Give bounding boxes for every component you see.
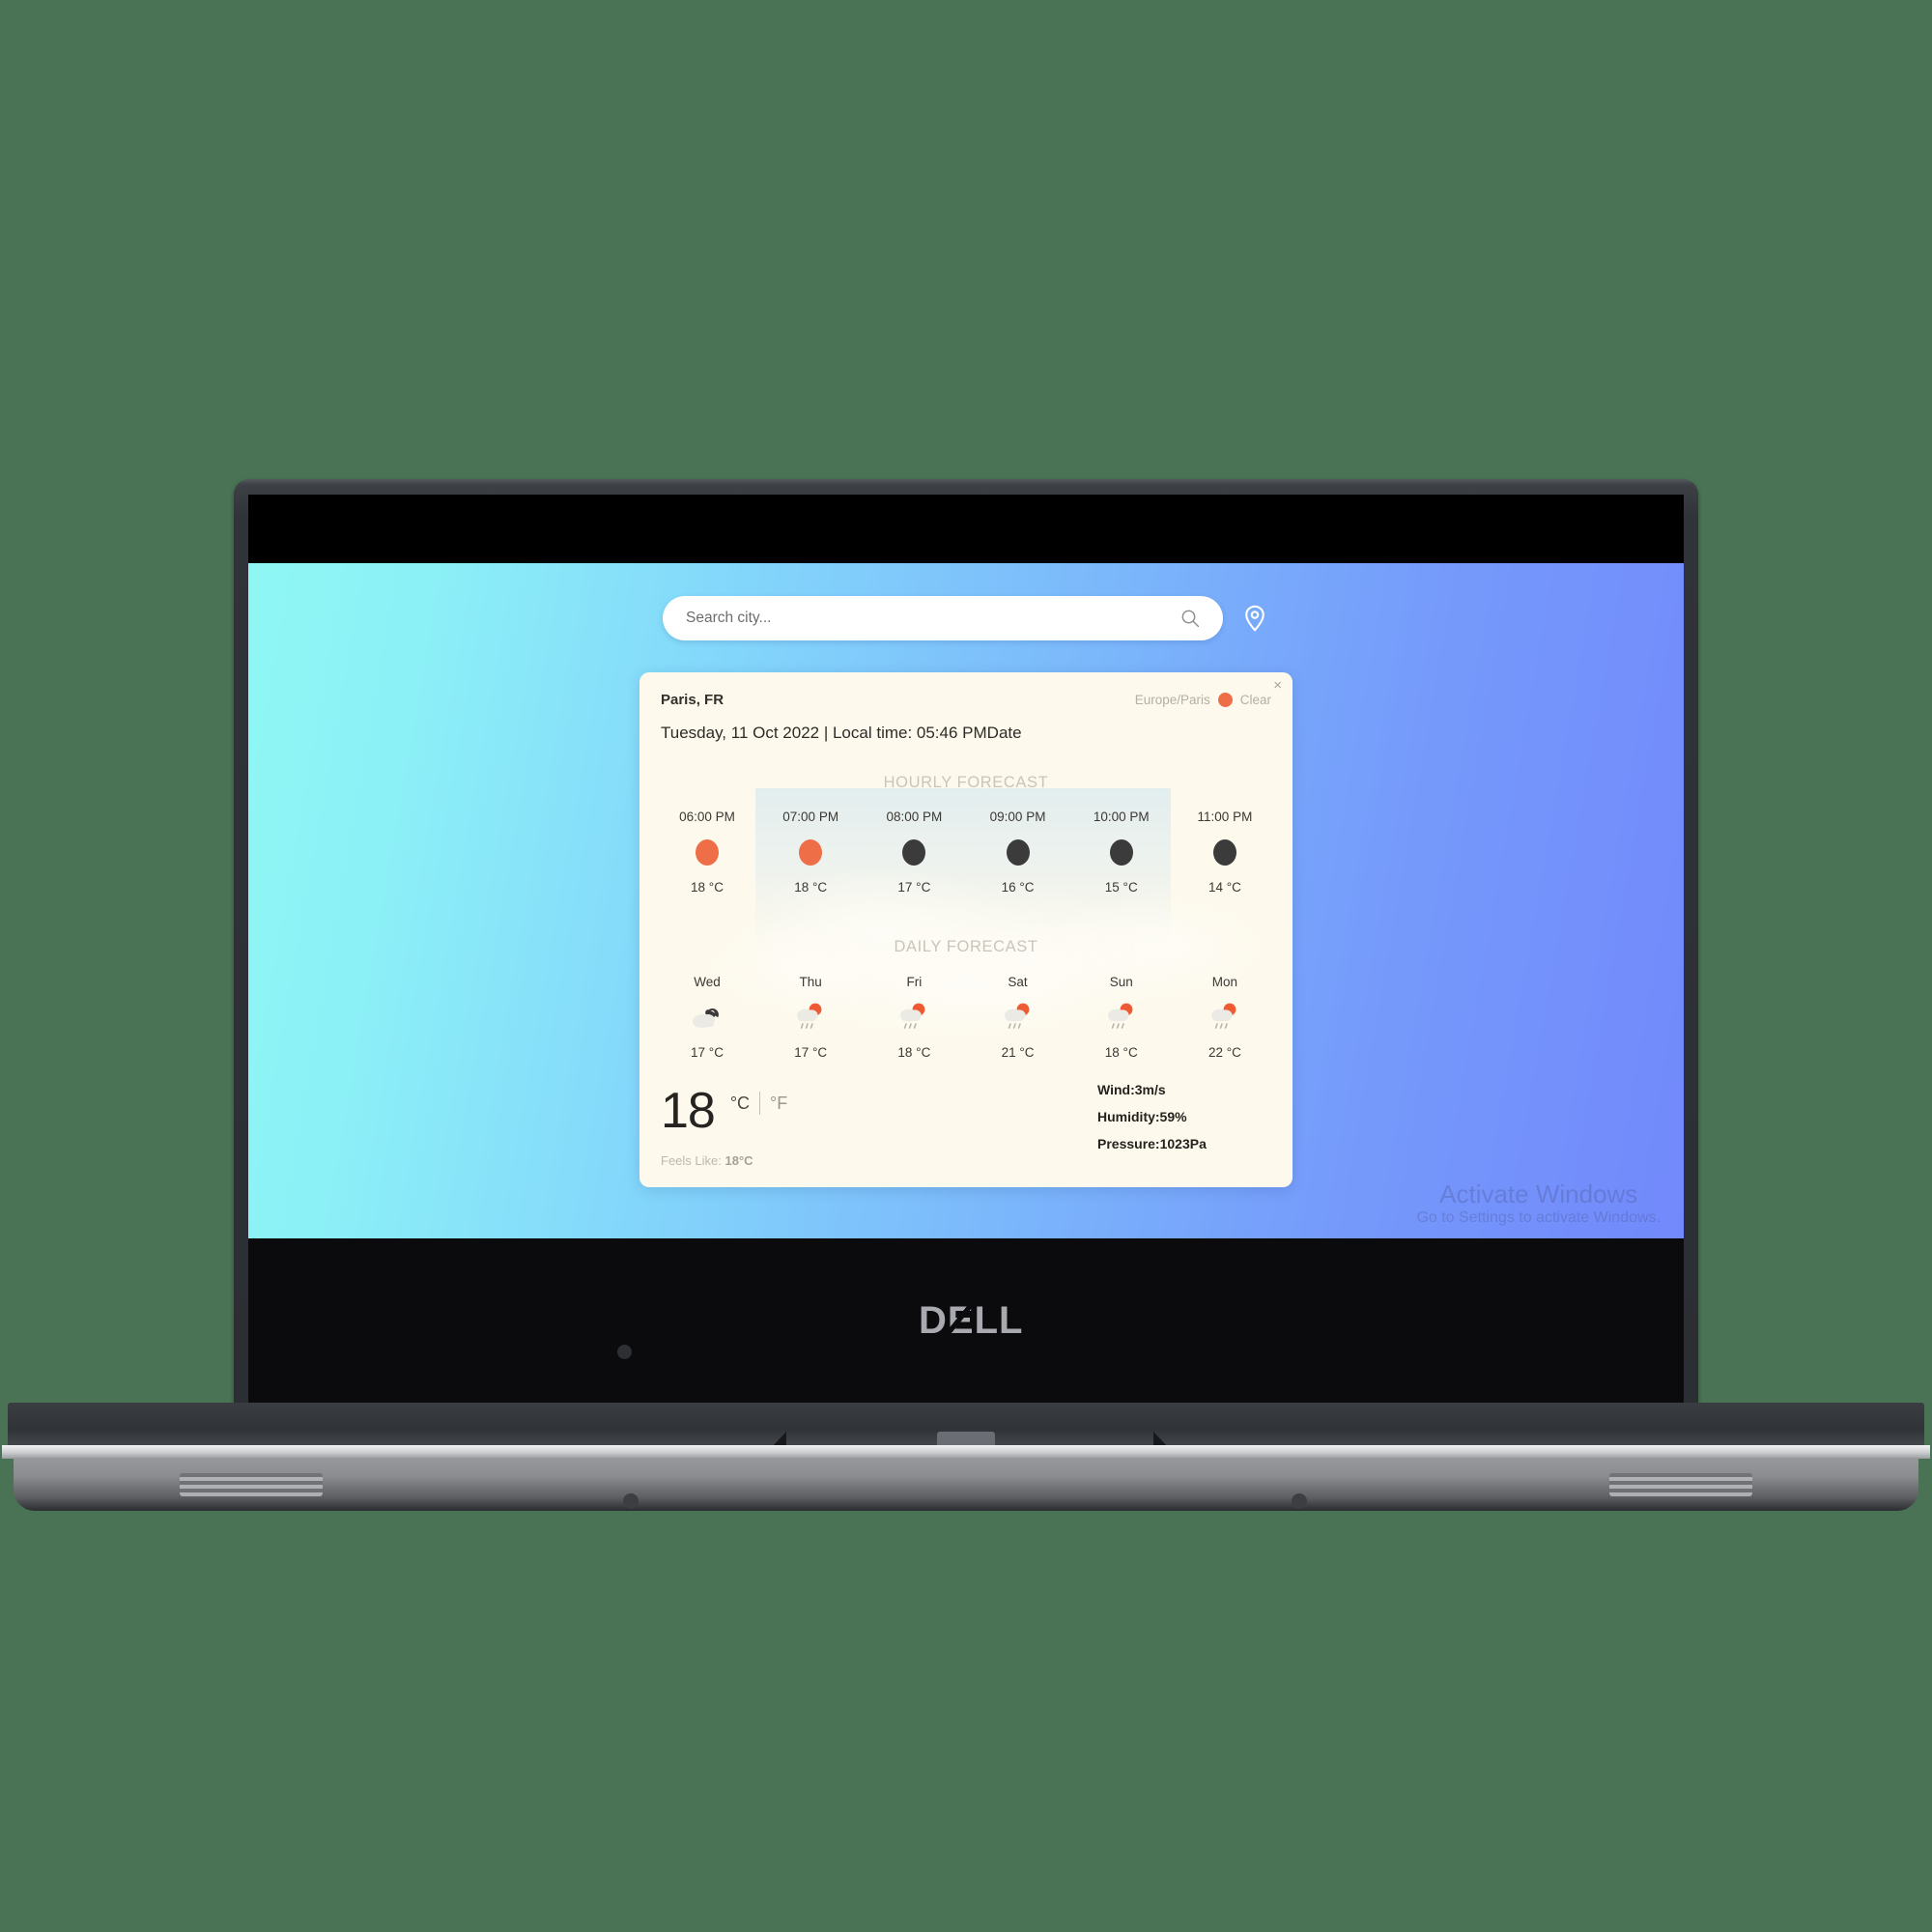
search-icon[interactable] bbox=[1180, 609, 1200, 628]
daily-forecast-item: Sun 18 °C bbox=[1075, 975, 1168, 1060]
unit-toggle[interactable]: °C °F bbox=[730, 1092, 787, 1115]
daily-day-label: Sat bbox=[1008, 975, 1028, 989]
night-circle-icon bbox=[894, 835, 934, 869]
hourly-time-label: 11:00 PM bbox=[1197, 810, 1253, 824]
hourly-temperature: 17 °C bbox=[897, 880, 931, 895]
hourly-time-label: 09:00 PM bbox=[989, 810, 1046, 824]
sun-circle-icon bbox=[790, 835, 831, 869]
activation-subtitle: Go to Settings to activate Windows. bbox=[1416, 1209, 1661, 1226]
daily-forecast-item: Fri 18 °C bbox=[867, 975, 960, 1060]
current-temperature-block: 18 °C °F bbox=[661, 1083, 787, 1139]
feels-like-row: Feels Like: 18°C bbox=[661, 1153, 753, 1168]
close-icon[interactable]: × bbox=[1273, 678, 1282, 693]
unit-celsius-button[interactable]: °C bbox=[730, 1094, 750, 1114]
laptop-base bbox=[0, 1403, 1932, 1511]
hourly-temperature: 14 °C bbox=[1208, 880, 1241, 895]
hourly-time-label: 10:00 PM bbox=[1093, 810, 1150, 824]
hourly-temperature: 18 °C bbox=[794, 880, 828, 895]
weather-card-content: × Paris, FR Europe/Paris Clear Tuesday, … bbox=[639, 672, 1293, 1187]
sun-cloud-rain-icon bbox=[790, 1000, 831, 1035]
hourly-temperature: 18 °C bbox=[691, 880, 724, 895]
unit-divider bbox=[759, 1092, 761, 1115]
daily-forecast-row: Wed 17 °C Thu 17 °C Fri 18 °C Sat 21 °C … bbox=[661, 975, 1271, 1060]
windows-activation-watermark: Activate Windows Go to Settings to activ… bbox=[1416, 1179, 1661, 1228]
location-pin-icon[interactable] bbox=[1240, 604, 1269, 633]
daily-temperature: 18 °C bbox=[897, 1045, 931, 1060]
speaker-grille-left bbox=[180, 1473, 323, 1496]
sun-cloud-rain-icon bbox=[1205, 1000, 1245, 1035]
night-circle-icon bbox=[1205, 835, 1245, 869]
daily-forecast-item: Sat 21 °C bbox=[972, 975, 1065, 1060]
search-row bbox=[248, 596, 1684, 640]
humidity-stat: Humidity:59% bbox=[1097, 1109, 1187, 1124]
hourly-forecast-title: HOURLY FORECAST bbox=[883, 774, 1049, 791]
base-foot-right bbox=[1292, 1493, 1307, 1509]
feels-like-label: Feels Like: bbox=[661, 1153, 722, 1168]
daily-day-label: Fri bbox=[906, 975, 923, 989]
base-foot-left bbox=[623, 1493, 639, 1509]
daily-forecast-item: Thu 17 °C bbox=[764, 975, 857, 1060]
date-time-line: Tuesday, 11 Oct 2022 | Local time: 05:46… bbox=[661, 724, 1022, 742]
screenshot-root: × Paris, FR Europe/Paris Clear Tuesday, … bbox=[0, 0, 1932, 1932]
hourly-forecast-item: 11:00 PM 14 °C bbox=[1179, 810, 1271, 895]
night-cloudy-icon bbox=[687, 1000, 727, 1035]
laptop-hinge-bar bbox=[8, 1403, 1924, 1448]
sun-cloud-rain-icon bbox=[894, 1000, 934, 1035]
daily-temperature: 22 °C bbox=[1208, 1045, 1241, 1060]
hourly-forecast-row: 06:00 PM 18 °C 07:00 PM 18 °C 08:00 PM 1… bbox=[661, 810, 1271, 895]
daily-temperature: 18 °C bbox=[1104, 1045, 1138, 1060]
laptop-chin: DELL bbox=[248, 1238, 1684, 1403]
sun-circle-icon bbox=[687, 835, 727, 869]
hourly-forecast-item: 09:00 PM 16 °C bbox=[972, 810, 1065, 895]
unit-fahrenheit-button[interactable]: °F bbox=[770, 1094, 787, 1114]
current-temperature: 18 bbox=[661, 1083, 716, 1139]
hourly-temperature: 16 °C bbox=[1001, 880, 1035, 895]
weather-stats: Wind:3m/s Humidity:59% Pressure:1023Pa bbox=[1097, 1082, 1271, 1163]
hourly-forecast-item: 07:00 PM 18 °C bbox=[764, 810, 857, 895]
speaker-grille-right bbox=[1609, 1473, 1752, 1496]
daily-temperature: 17 °C bbox=[794, 1045, 828, 1060]
sun-cloud-rain-icon bbox=[1101, 1000, 1142, 1035]
dell-logo: DELL bbox=[919, 1297, 1024, 1344]
weather-app: × Paris, FR Europe/Paris Clear Tuesday, … bbox=[248, 563, 1684, 1238]
condition-label: Clear bbox=[1239, 693, 1271, 707]
camera-dot-icon bbox=[617, 1345, 632, 1359]
laptop-base-lip bbox=[2, 1445, 1930, 1459]
night-circle-icon bbox=[998, 835, 1038, 869]
condition-color-dot bbox=[1217, 693, 1233, 707]
city-name: Paris, FR bbox=[661, 692, 724, 708]
daily-day-label: Sun bbox=[1109, 975, 1133, 989]
daily-temperature: 21 °C bbox=[1001, 1045, 1035, 1060]
hourly-time-label: 08:00 PM bbox=[886, 810, 943, 824]
timezone-label: Europe/Paris bbox=[1134, 693, 1210, 707]
wind-stat: Wind:3m/s bbox=[1097, 1082, 1166, 1097]
activation-title: Activate Windows bbox=[1439, 1179, 1638, 1208]
daily-day-label: Thu bbox=[799, 975, 822, 989]
card-meta: Europe/Paris Clear bbox=[1135, 693, 1271, 707]
hourly-temperature: 15 °C bbox=[1104, 880, 1138, 895]
daily-forecast-item: Mon 22 °C bbox=[1179, 975, 1271, 1060]
hourly-forecast-item: 10:00 PM 15 °C bbox=[1075, 810, 1168, 895]
daily-forecast-item: Wed 17 °C bbox=[661, 975, 753, 1060]
daily-day-label: Wed bbox=[694, 975, 721, 989]
daily-day-label: Mon bbox=[1211, 975, 1238, 989]
search-input[interactable] bbox=[663, 596, 1171, 640]
feels-like-value: 18°C bbox=[724, 1153, 753, 1168]
weather-card: × Paris, FR Europe/Paris Clear Tuesday, … bbox=[639, 672, 1293, 1187]
sun-cloud-rain-icon bbox=[998, 1000, 1038, 1035]
pressure-stat: Pressure:1023Pa bbox=[1097, 1136, 1207, 1151]
hourly-forecast-item: 08:00 PM 17 °C bbox=[867, 810, 960, 895]
hourly-time-label: 06:00 PM bbox=[679, 810, 735, 824]
hourly-time-label: 07:00 PM bbox=[782, 810, 839, 824]
display-screen: × Paris, FR Europe/Paris Clear Tuesday, … bbox=[248, 563, 1684, 1238]
night-circle-icon bbox=[1101, 835, 1142, 869]
search-bar[interactable] bbox=[663, 596, 1223, 640]
daily-forecast-title: DAILY FORECAST bbox=[894, 938, 1038, 955]
dell-logo-text: DELL bbox=[919, 1299, 1024, 1342]
hourly-forecast-item: 06:00 PM 18 °C bbox=[661, 810, 753, 895]
daily-temperature: 17 °C bbox=[691, 1045, 724, 1060]
